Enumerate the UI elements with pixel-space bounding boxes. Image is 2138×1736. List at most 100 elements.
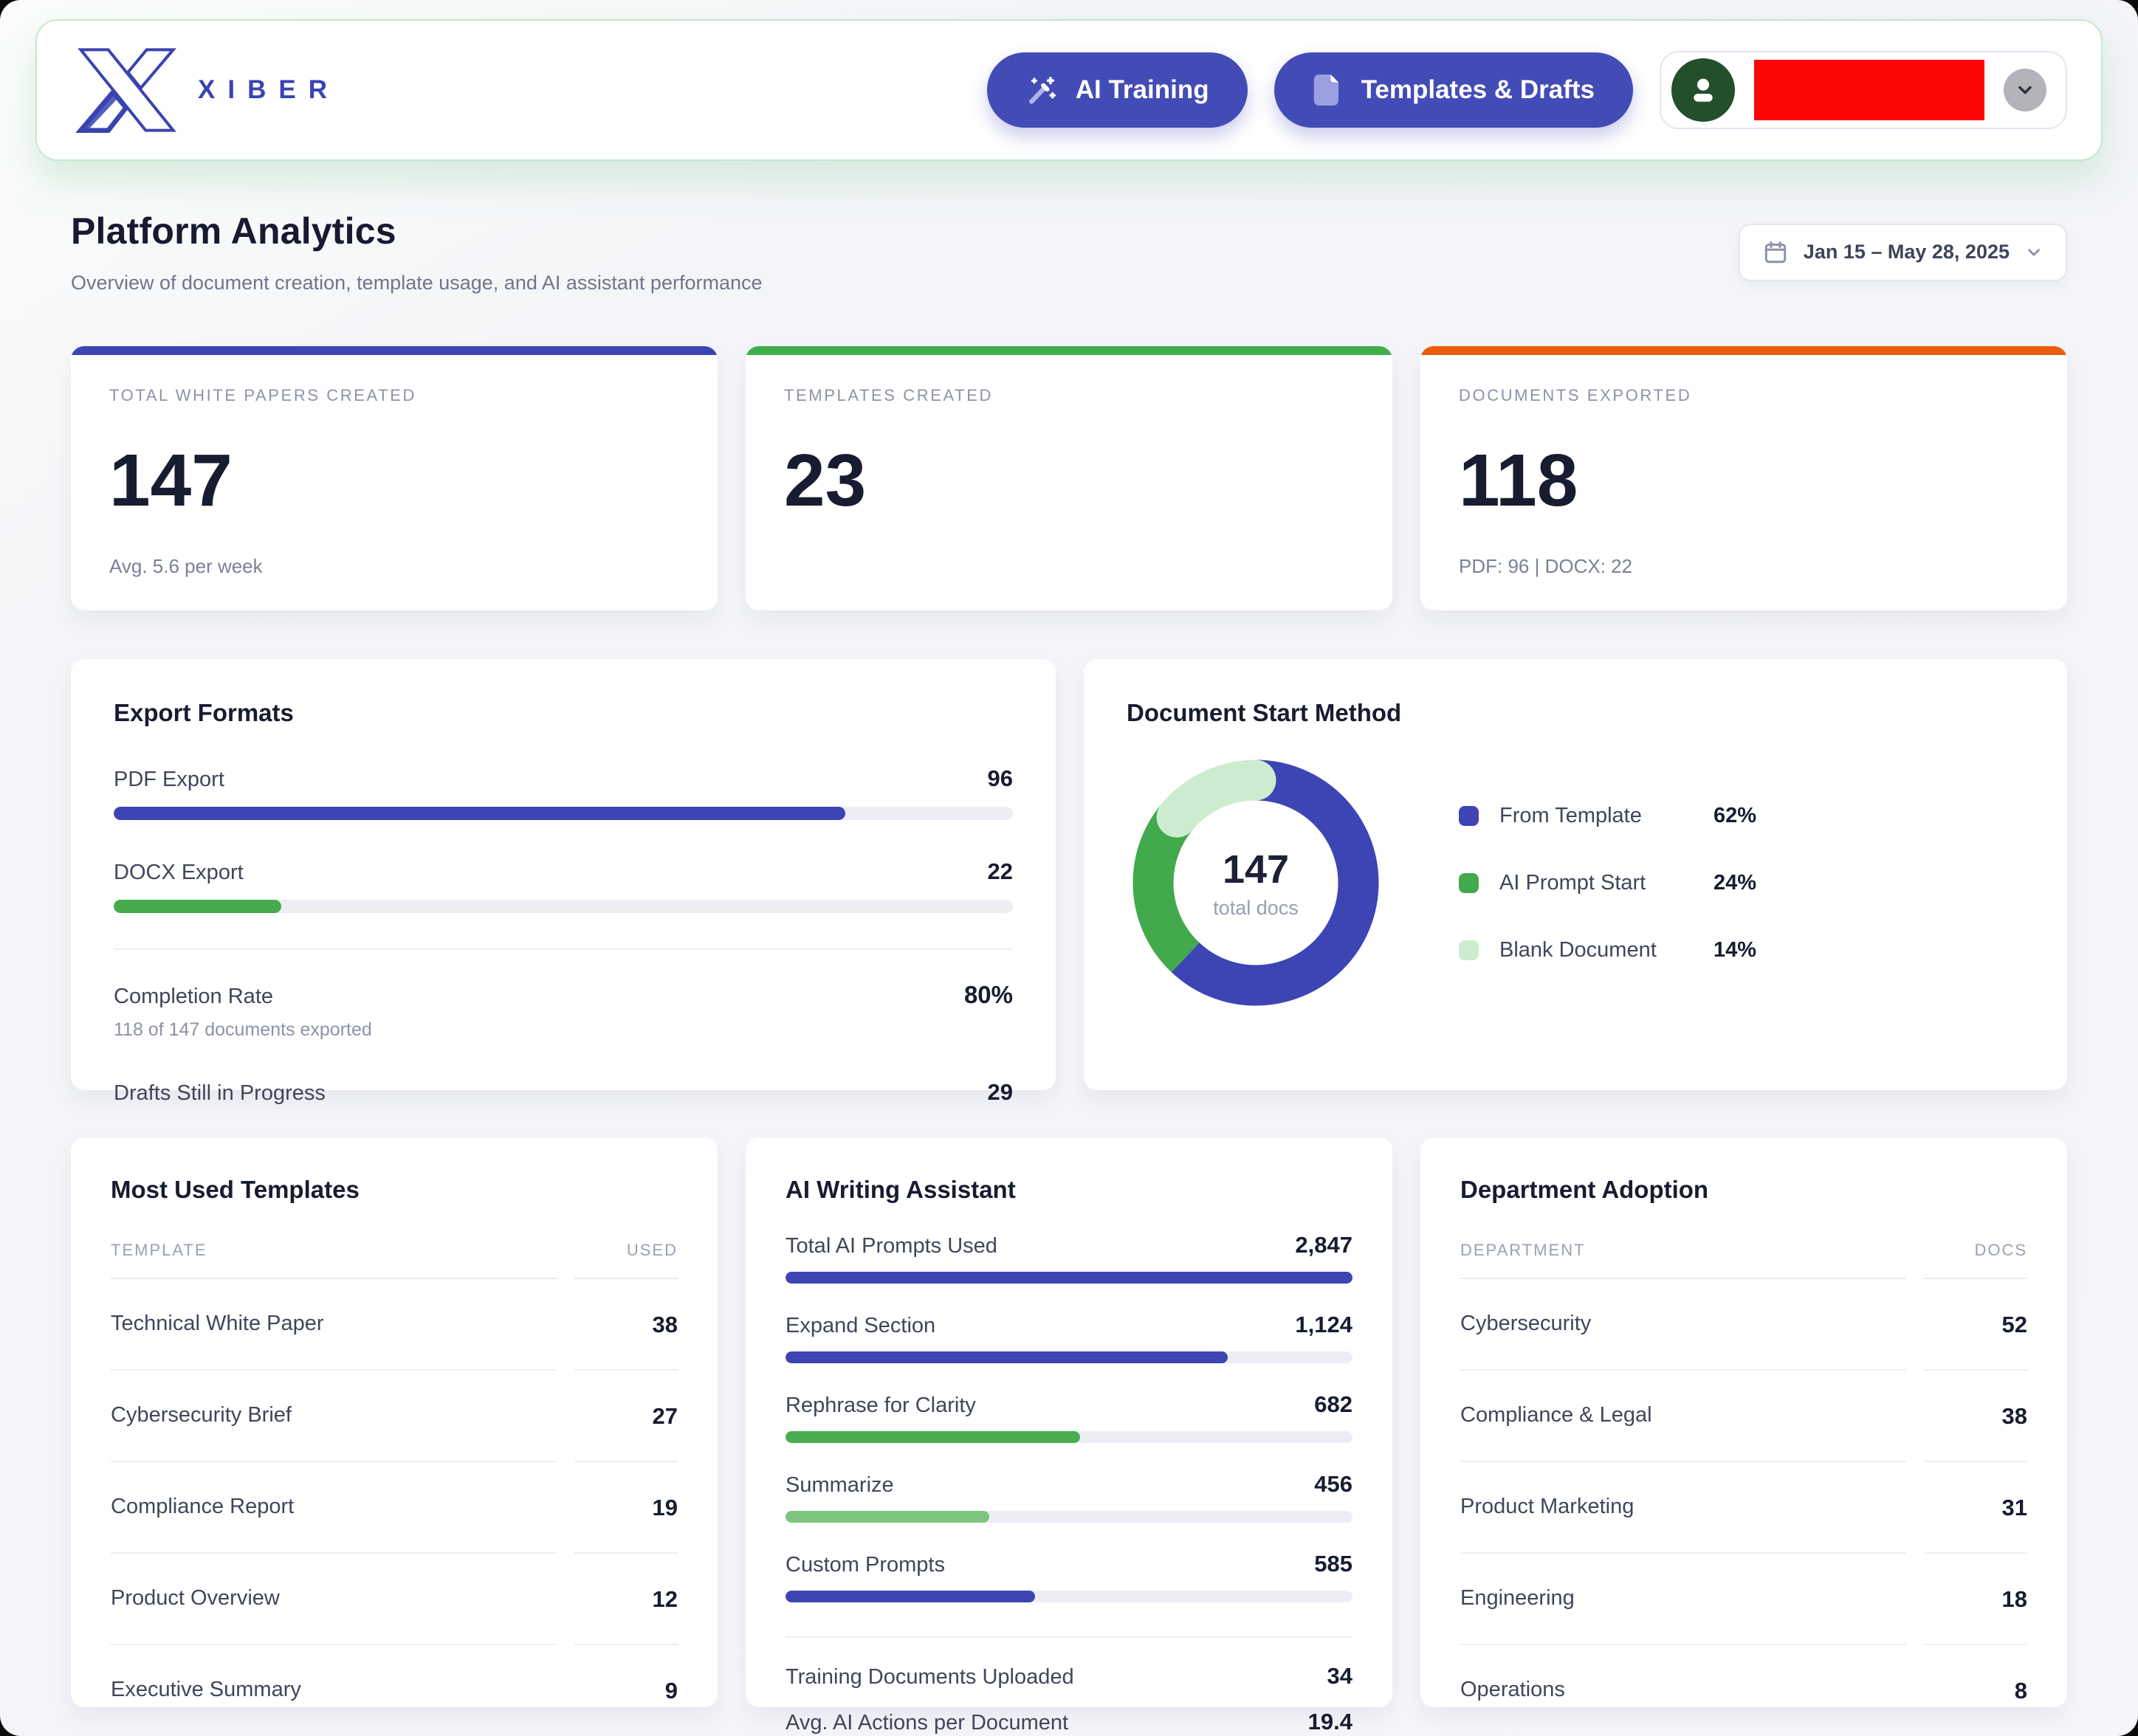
divider [786,1636,1352,1638]
ai-bar-group: Total AI Prompts Used 2,847 [786,1232,1352,1284]
bar-value: 22 [988,858,1013,885]
ai-bar-group: Expand Section 1,124 [786,1312,1352,1363]
department-adoption-title: Department Adoption [1460,1176,2027,1204]
bar-value: 682 [1314,1391,1352,1418]
user-menu[interactable] [1660,51,2067,129]
user-avatar-icon [1671,58,1735,122]
bar-value: 456 [1314,1471,1352,1498]
bar-value: 96 [988,765,1013,792]
department-name: Operations [1460,1645,1906,1735]
donut-legend: From Template 62% AI Prompt Start 24% Bl… [1459,804,1756,962]
table-header: DEPARTMENT DOCS [1460,1241,2027,1279]
brand-wordmark: XIBER [198,75,340,105]
legend-value: 24% [1714,871,1756,895]
table-row: Technical White Paper 38 [111,1279,678,1371]
table-row: Cybersecurity 52 [1460,1279,2027,1371]
xiber-logo-icon [71,43,183,137]
department-docs-count: 18 [1924,1554,2027,1645]
bar-fill [786,1591,1035,1602]
bar-value: 1,124 [1295,1312,1352,1338]
platform-analytics-screen: XIBER AI Training [0,0,2138,1736]
page-subtitle: Overview of document creation, template … [71,272,763,294]
bar-track [786,1351,1352,1363]
pdf-export-bar-group: PDF Export 96 [114,765,1013,820]
templates-drafts-button[interactable]: Templates & Drafts [1274,52,1633,128]
stat-row-value: 19.4 [1308,1709,1352,1735]
template-used-count: 27 [574,1371,678,1462]
bar-fill [786,1351,1228,1363]
template-used-count: 12 [574,1554,678,1645]
donut-center: 147 total docs [1132,760,1379,1006]
legend-value: 62% [1714,804,1756,828]
export-formats-title: Export Formats [114,699,1013,727]
bar-track [786,1511,1352,1523]
stat-value: 118 [1459,444,2029,517]
calendar-icon [1762,239,1789,266]
template-used-count: 19 [574,1462,678,1554]
drafts-value: 29 [988,1079,1013,1106]
bar-label: Rephrase for Clarity [786,1394,976,1418]
department-docs-count: 38 [1924,1371,2027,1462]
document-icon [1313,73,1344,107]
bar-value: 2,847 [1295,1232,1352,1258]
top-actions: AI Training Templates & Drafts [987,51,2067,129]
charts-row: Export Formats PDF Export 96 DOCX Export… [71,659,2067,1090]
stat-label: TOTAL WHITE PAPERS CREATED [109,386,679,405]
stat-value: 23 [784,444,1354,517]
template-name: Compliance Report [111,1462,557,1554]
bottom-cards-row: Most Used Templates TEMPLATE USED Techni… [71,1137,2067,1707]
ai-training-button[interactable]: AI Training [987,52,1248,128]
table-header: TEMPLATE USED [111,1241,678,1279]
ai-bar-group: Summarize 456 [786,1471,1352,1523]
legend-label: AI Prompt Start [1499,871,1714,895]
date-range-picker[interactable]: Jan 15 – May 28, 2025 [1739,224,2067,281]
bar-fill [786,1272,1352,1284]
bar-label: DOCX Export [114,861,244,885]
templates-drafts-label: Templates & Drafts [1361,75,1595,105]
docx-export-bar-group: DOCX Export 22 [114,858,1013,913]
magic-wand-icon [1025,74,1058,106]
brand-logo[interactable]: XIBER [71,43,340,137]
stat-subtext: Avg. 5.6 per week [109,555,679,578]
legend-swatch [1459,873,1479,893]
column-header-docs: DOCS [1924,1241,2027,1279]
table-row: Compliance & Legal 38 [1460,1371,2027,1462]
donut-total: 147 [1223,847,1289,892]
bar-fill [114,900,281,913]
column-header-department: DEPARTMENT [1460,1241,1906,1279]
divider [114,948,1013,950]
stat-card-white-papers: TOTAL WHITE PAPERS CREATED 147 Avg. 5.6 … [71,346,718,610]
stat-card-templates-created: TEMPLATES CREATED 23 [746,346,1392,610]
page-title: Platform Analytics [71,210,763,252]
ai-assistant-title: AI Writing Assistant [786,1176,1352,1204]
start-method-title: Document Start Method [1127,699,2024,727]
department-docs-count: 52 [1924,1279,2027,1371]
bar-fill [786,1431,1080,1443]
stat-accent-bar [1420,346,2067,355]
training-docs-row: Training Documents Uploaded 34 [786,1663,1352,1690]
template-used-count: 38 [574,1279,678,1371]
legend-swatch [1459,806,1479,826]
table-row: Executive Summary 9 [111,1645,678,1735]
table-row: Product Overview 12 [111,1554,678,1645]
legend-label: Blank Document [1499,938,1714,962]
table-row: Engineering 18 [1460,1554,2027,1645]
most-used-templates-card: Most Used Templates TEMPLATE USED Techni… [71,1137,718,1707]
user-menu-chevron[interactable] [2004,69,2046,111]
bar-fill [114,807,845,820]
column-header-used: USED [574,1241,678,1279]
bar-label: Summarize [786,1473,894,1498]
completion-rate-subtext: 118 of 147 documents exported [114,1019,1013,1041]
bar-track [786,1591,1352,1602]
most-used-templates-title: Most Used Templates [111,1176,678,1204]
ai-writing-assistant-card: AI Writing Assistant Total AI Prompts Us… [746,1137,1392,1707]
top-navigation-bar: XIBER AI Training [35,19,2103,161]
stat-cards-row: TOTAL WHITE PAPERS CREATED 147 Avg. 5.6 … [71,346,2067,610]
page-header: Platform Analytics Overview of document … [71,210,2067,294]
department-adoption-card: Department Adoption DEPARTMENT DOCS Cybe… [1420,1137,2067,1707]
completion-rate-row: Completion Rate 80% [114,981,1013,1009]
legend-item: Blank Document 14% [1459,938,1756,962]
stat-accent-bar [746,346,1392,355]
department-docs-count: 8 [1924,1645,2027,1735]
template-name: Technical White Paper [111,1279,557,1371]
